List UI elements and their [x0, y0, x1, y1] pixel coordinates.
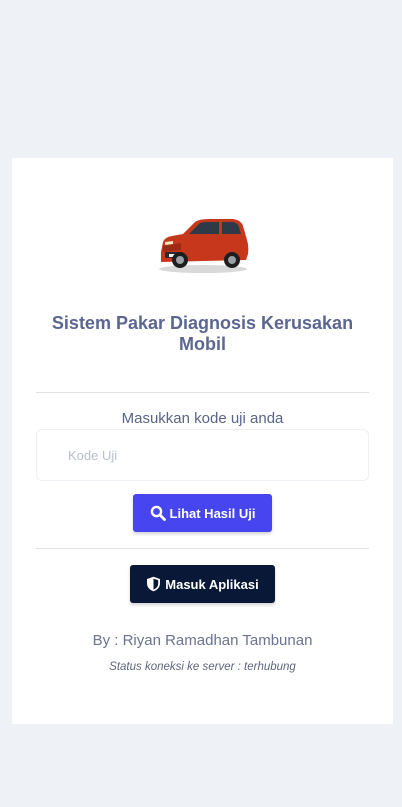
shield-icon	[147, 576, 161, 592]
search-icon	[150, 505, 166, 521]
code-input[interactable]	[36, 429, 369, 481]
page-title: Sistem Pakar Diagnosis Kerusakan Mobil	[51, 313, 354, 354]
login-card: Sistem Pakar Diagnosis Kerusakan Mobil M…	[12, 158, 393, 724]
author-credit: By : Riyan Ramadhan Tambunan	[92, 632, 313, 649]
car-image-icon	[159, 219, 249, 273]
car-image	[153, 206, 254, 278]
view-results-label: Lihat Hasil Uji	[169, 505, 256, 521]
view-results-button[interactable]: Lihat Hasil Uji	[133, 494, 272, 532]
code-prompt: Masukkan kode uji anda	[121, 410, 284, 427]
login-app-label: Masuk Aplikasi	[165, 576, 259, 592]
connection-status: Status koneksi ke server : terhubung	[109, 661, 296, 673]
login-app-button[interactable]: Masuk Aplikasi	[130, 565, 275, 603]
divider	[36, 392, 369, 393]
divider	[36, 548, 369, 549]
